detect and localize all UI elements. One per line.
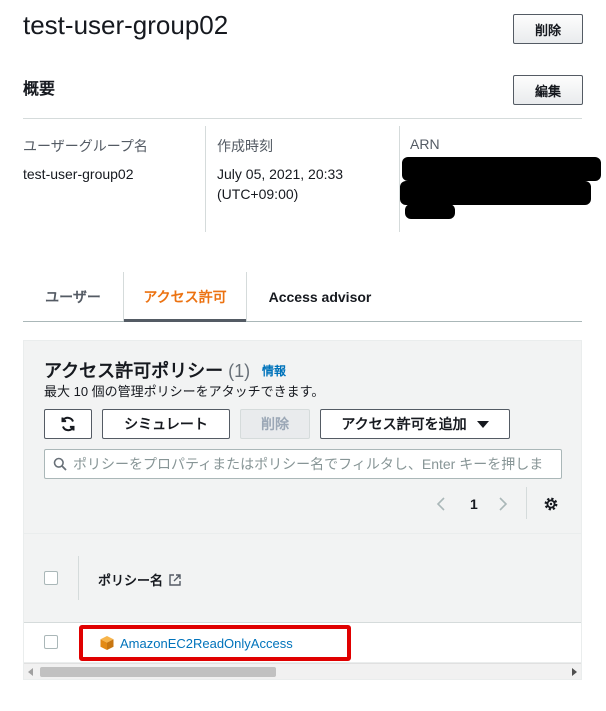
refresh-button[interactable]: [44, 409, 92, 439]
created-value-date: July 05, 2021, 20:33: [217, 166, 344, 182]
arn-redaction-1: [402, 157, 601, 181]
refresh-icon: [61, 416, 75, 432]
scrollbar-thumb[interactable]: [40, 667, 276, 677]
simulate-button[interactable]: シミュレート: [102, 409, 230, 439]
created-value-tz: (UTC+09:00): [217, 186, 299, 202]
edit-button[interactable]: 編集: [513, 75, 583, 105]
page-title: test-user-group02: [23, 10, 229, 40]
tab-permissions[interactable]: アクセス許可: [123, 272, 247, 322]
horizontal-scrollbar[interactable]: [24, 663, 581, 679]
policy-search[interactable]: [44, 449, 562, 479]
info-link[interactable]: 情報: [262, 362, 286, 379]
gear-icon[interactable]: [542, 489, 562, 519]
aws-managed-policy-icon: [100, 636, 114, 650]
tab-bar: ユーザー アクセス許可 Access advisor: [23, 272, 582, 322]
permissions-description: 最大 10 個の管理ポリシーをアタッチできます。: [44, 384, 325, 399]
pager-divider: [526, 487, 527, 519]
summary-created: 作成時刻 July 05, 2021, 20:33 (UTC+09:00): [205, 126, 397, 232]
column-policy-name[interactable]: ポリシー名: [98, 570, 182, 589]
scroll-right-arrow-icon[interactable]: [572, 668, 577, 676]
arn-redaction-3: [405, 204, 455, 219]
permissions-count: (1): [228, 361, 251, 381]
page-number[interactable]: 1: [470, 489, 482, 519]
policy-name-link[interactable]: AmazonEC2ReadOnlyAccess: [99, 635, 293, 651]
created-label: 作成時刻: [217, 138, 273, 154]
group-name-value: test-user-group02: [23, 166, 134, 182]
arn-redaction-2: [400, 181, 591, 205]
table-row: AmazonEC2ReadOnlyAccess: [24, 623, 581, 663]
group-name-label: ユーザーグループ名: [23, 138, 148, 154]
select-all-checkbox[interactable]: [44, 571, 58, 585]
arn-label: ARN: [410, 136, 440, 152]
add-permissions-button[interactable]: アクセス許可を追加: [320, 409, 510, 439]
chevron-left-icon[interactable]: [436, 489, 456, 519]
permissions-title: アクセス許可ポリシー (1): [44, 361, 251, 381]
summary-divider: [23, 118, 582, 119]
header-divider: [78, 556, 79, 600]
tab-access-advisor[interactable]: Access advisor: [247, 272, 393, 321]
row-checkbox[interactable]: [44, 635, 58, 649]
caret-down-icon: [476, 420, 489, 428]
search-icon: [53, 457, 67, 471]
tab-users[interactable]: ユーザー: [23, 272, 123, 321]
permissions-panel: アクセス許可ポリシー (1) 情報 最大 10 個の管理ポリシーをアタッチできま…: [23, 340, 582, 680]
delete-group-button[interactable]: 削除: [513, 14, 583, 44]
summary-group-name: ユーザーグループ名 test-user-group02: [23, 126, 203, 232]
scroll-left-arrow-icon[interactable]: [28, 668, 33, 676]
chevron-right-icon[interactable]: [498, 489, 518, 519]
search-input[interactable]: [67, 455, 561, 473]
summary-heading: 概要: [23, 81, 56, 98]
delete-policy-button[interactable]: 削除: [240, 409, 310, 439]
table-header: ポリシー名: [24, 533, 581, 623]
external-link-icon: [169, 573, 181, 586]
